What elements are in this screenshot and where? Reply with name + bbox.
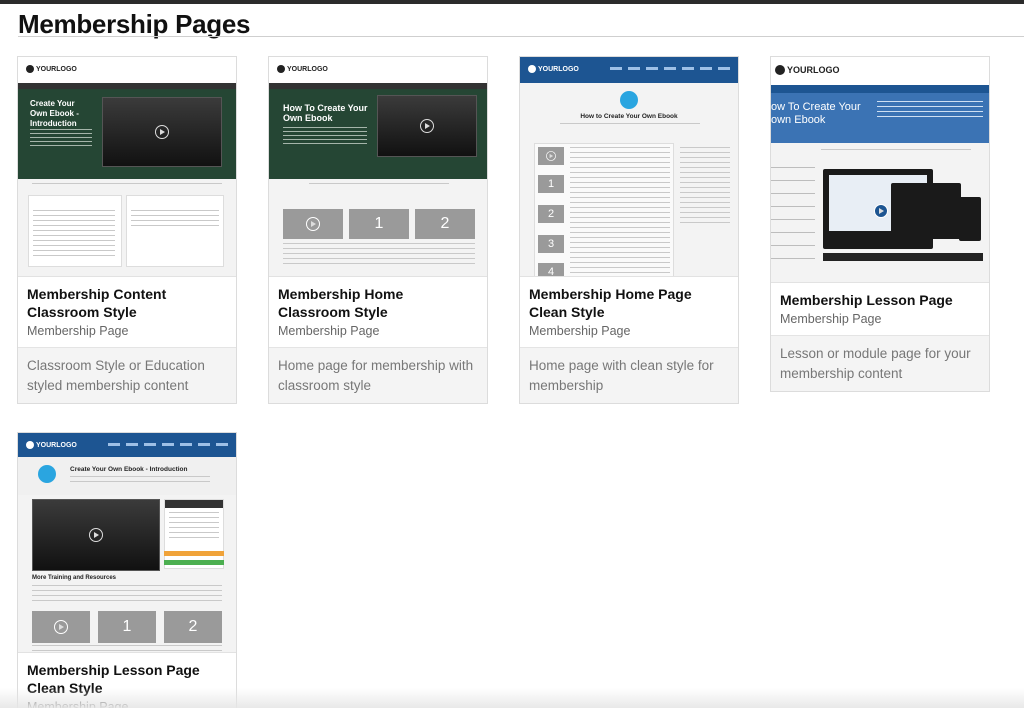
- template-card-membership-home-classroom[interactable]: YOURLOGO How To Create Your Own Ebook 1 …: [268, 56, 488, 404]
- video-thumb: 3: [538, 235, 564, 253]
- card-subtitle: Membership Page: [27, 700, 129, 708]
- logo: YOURLOGO: [26, 441, 77, 449]
- template-card-membership-home-clean[interactable]: YOURLOGO How to Create Your Own Ebook 1 …: [519, 56, 739, 404]
- video-thumb: [32, 611, 90, 643]
- preview-heading: How To Create Your Own Ebook: [283, 103, 368, 123]
- play-icon: [420, 119, 434, 133]
- preview-text: [70, 476, 210, 484]
- preview-nav: [771, 85, 989, 93]
- preview-text: [560, 123, 700, 127]
- preview-text: [309, 183, 449, 187]
- logo: YOURLOGO: [26, 65, 77, 73]
- card-body: Membership Home Page Clean Style Members…: [520, 277, 738, 347]
- template-preview[interactable]: YOURLOGO ow To Create Your own Ebook: [771, 57, 989, 283]
- card-description: Home page for membership with classroom …: [269, 347, 487, 403]
- preview-nav: [108, 443, 228, 446]
- template-preview[interactable]: YOURLOGO How To Create Your Own Ebook 1 …: [269, 57, 487, 277]
- template-preview[interactable]: YOURLOGO How to Create Your Own Ebook 1 …: [520, 57, 738, 277]
- video-thumb: [538, 147, 564, 165]
- play-icon: [155, 125, 169, 139]
- preview-text: [877, 101, 983, 121]
- preview-text: [32, 183, 222, 187]
- preview-sidebar: [680, 147, 730, 227]
- video-thumb: 1: [98, 611, 156, 643]
- title-divider: [18, 36, 1024, 37]
- video-thumb: 1: [538, 175, 564, 193]
- preview-heading: ow To Create Your own Ebook: [771, 101, 861, 126]
- card-subtitle: Membership Page: [780, 312, 882, 326]
- video-player: [377, 95, 477, 157]
- lightbulb-icon: [620, 91, 638, 109]
- preview-text: [283, 243, 475, 267]
- preview-box: [28, 195, 122, 267]
- card-description: Classroom Style or Education styled memb…: [18, 347, 236, 403]
- template-preview[interactable]: YOURLOGO Create Your Own Ebook - Introdu…: [18, 433, 236, 653]
- card-body: Membership Lesson Page Clean Style Membe…: [18, 653, 236, 708]
- card-subtitle: Membership Page: [27, 324, 129, 338]
- logo: YOURLOGO: [775, 65, 840, 75]
- card-title: Membership Content Classroom Style: [27, 286, 167, 320]
- card-title: Membership Home Classroom Style: [278, 286, 404, 320]
- logo: YOURLOGO: [528, 65, 579, 73]
- preview-text: [32, 585, 222, 603]
- video-player: [102, 97, 222, 167]
- preview-text: [570, 147, 670, 273]
- card-title: Membership Lesson Page Clean Style: [27, 662, 200, 696]
- video-thumb: 2: [538, 205, 564, 223]
- video-player: [32, 499, 160, 571]
- top-bar: [0, 0, 1024, 4]
- preview-header: YOURLOGO: [18, 57, 236, 83]
- preview-nav: [610, 67, 730, 70]
- card-subtitle: Membership Page: [278, 324, 380, 338]
- preview-header: YOURLOGO: [520, 57, 738, 83]
- card-body: Membership Home Classroom Style Membersh…: [269, 277, 487, 347]
- card-subtitle: Membership Page: [529, 324, 631, 338]
- preview-heading: How to Create Your Own Ebook: [580, 113, 678, 120]
- preview-text: [30, 129, 92, 149]
- card-title: Membership Lesson Page: [780, 292, 953, 308]
- video-controls: [823, 253, 983, 261]
- card-title: Membership Home Page Clean Style: [529, 286, 692, 320]
- preview-heading: Create Your Own Ebook - Introduction: [70, 466, 188, 473]
- preview-text: [283, 127, 367, 147]
- template-card-membership-lesson-clean[interactable]: YOURLOGO Create Your Own Ebook - Introdu…: [17, 432, 237, 708]
- template-card-membership-lesson[interactable]: YOURLOGO ow To Create Your own Ebook Mem…: [770, 56, 990, 392]
- preview-header: YOURLOGO: [269, 57, 487, 83]
- preview-header: YOURLOGO: [771, 57, 989, 85]
- play-icon: [89, 528, 103, 542]
- preview-header: YOURLOGO: [18, 433, 236, 457]
- card-description: Home page with clean style for membershi…: [520, 347, 738, 403]
- preview-text: [32, 645, 222, 652]
- preview-section-heading: More Training and Resources: [32, 575, 117, 581]
- card-body: Membership Lesson Page Membership Page: [771, 283, 989, 335]
- video-thumb: 4: [538, 263, 564, 276]
- action-button: [164, 560, 224, 565]
- preview-box: [126, 195, 224, 267]
- card-body: Membership Content Classroom Style Membe…: [18, 277, 236, 347]
- tablet-device: [891, 183, 961, 239]
- video-thumb: 2: [164, 611, 222, 643]
- action-button: [164, 551, 224, 556]
- play-icon: [306, 217, 320, 231]
- preview-lesson-list: [771, 167, 815, 267]
- video-thumb: 1: [349, 209, 409, 239]
- lightbulb-icon: [38, 465, 56, 483]
- template-card-membership-content-classroom[interactable]: YOURLOGO Create Your Own Ebook - Introdu…: [17, 56, 237, 404]
- preview-heading: Create Your Own Ebook - Introduction: [30, 99, 79, 128]
- play-icon: [874, 204, 888, 218]
- phone-device: [959, 197, 981, 241]
- video-thumb: [283, 209, 343, 239]
- template-preview[interactable]: YOURLOGO Create Your Own Ebook - Introdu…: [18, 57, 236, 277]
- training-info-box: [164, 499, 224, 569]
- card-description: Lesson or module page for your membershi…: [771, 335, 989, 391]
- video-thumb: 2: [415, 209, 475, 239]
- preview-text: [821, 149, 971, 153]
- logo: YOURLOGO: [277, 65, 328, 73]
